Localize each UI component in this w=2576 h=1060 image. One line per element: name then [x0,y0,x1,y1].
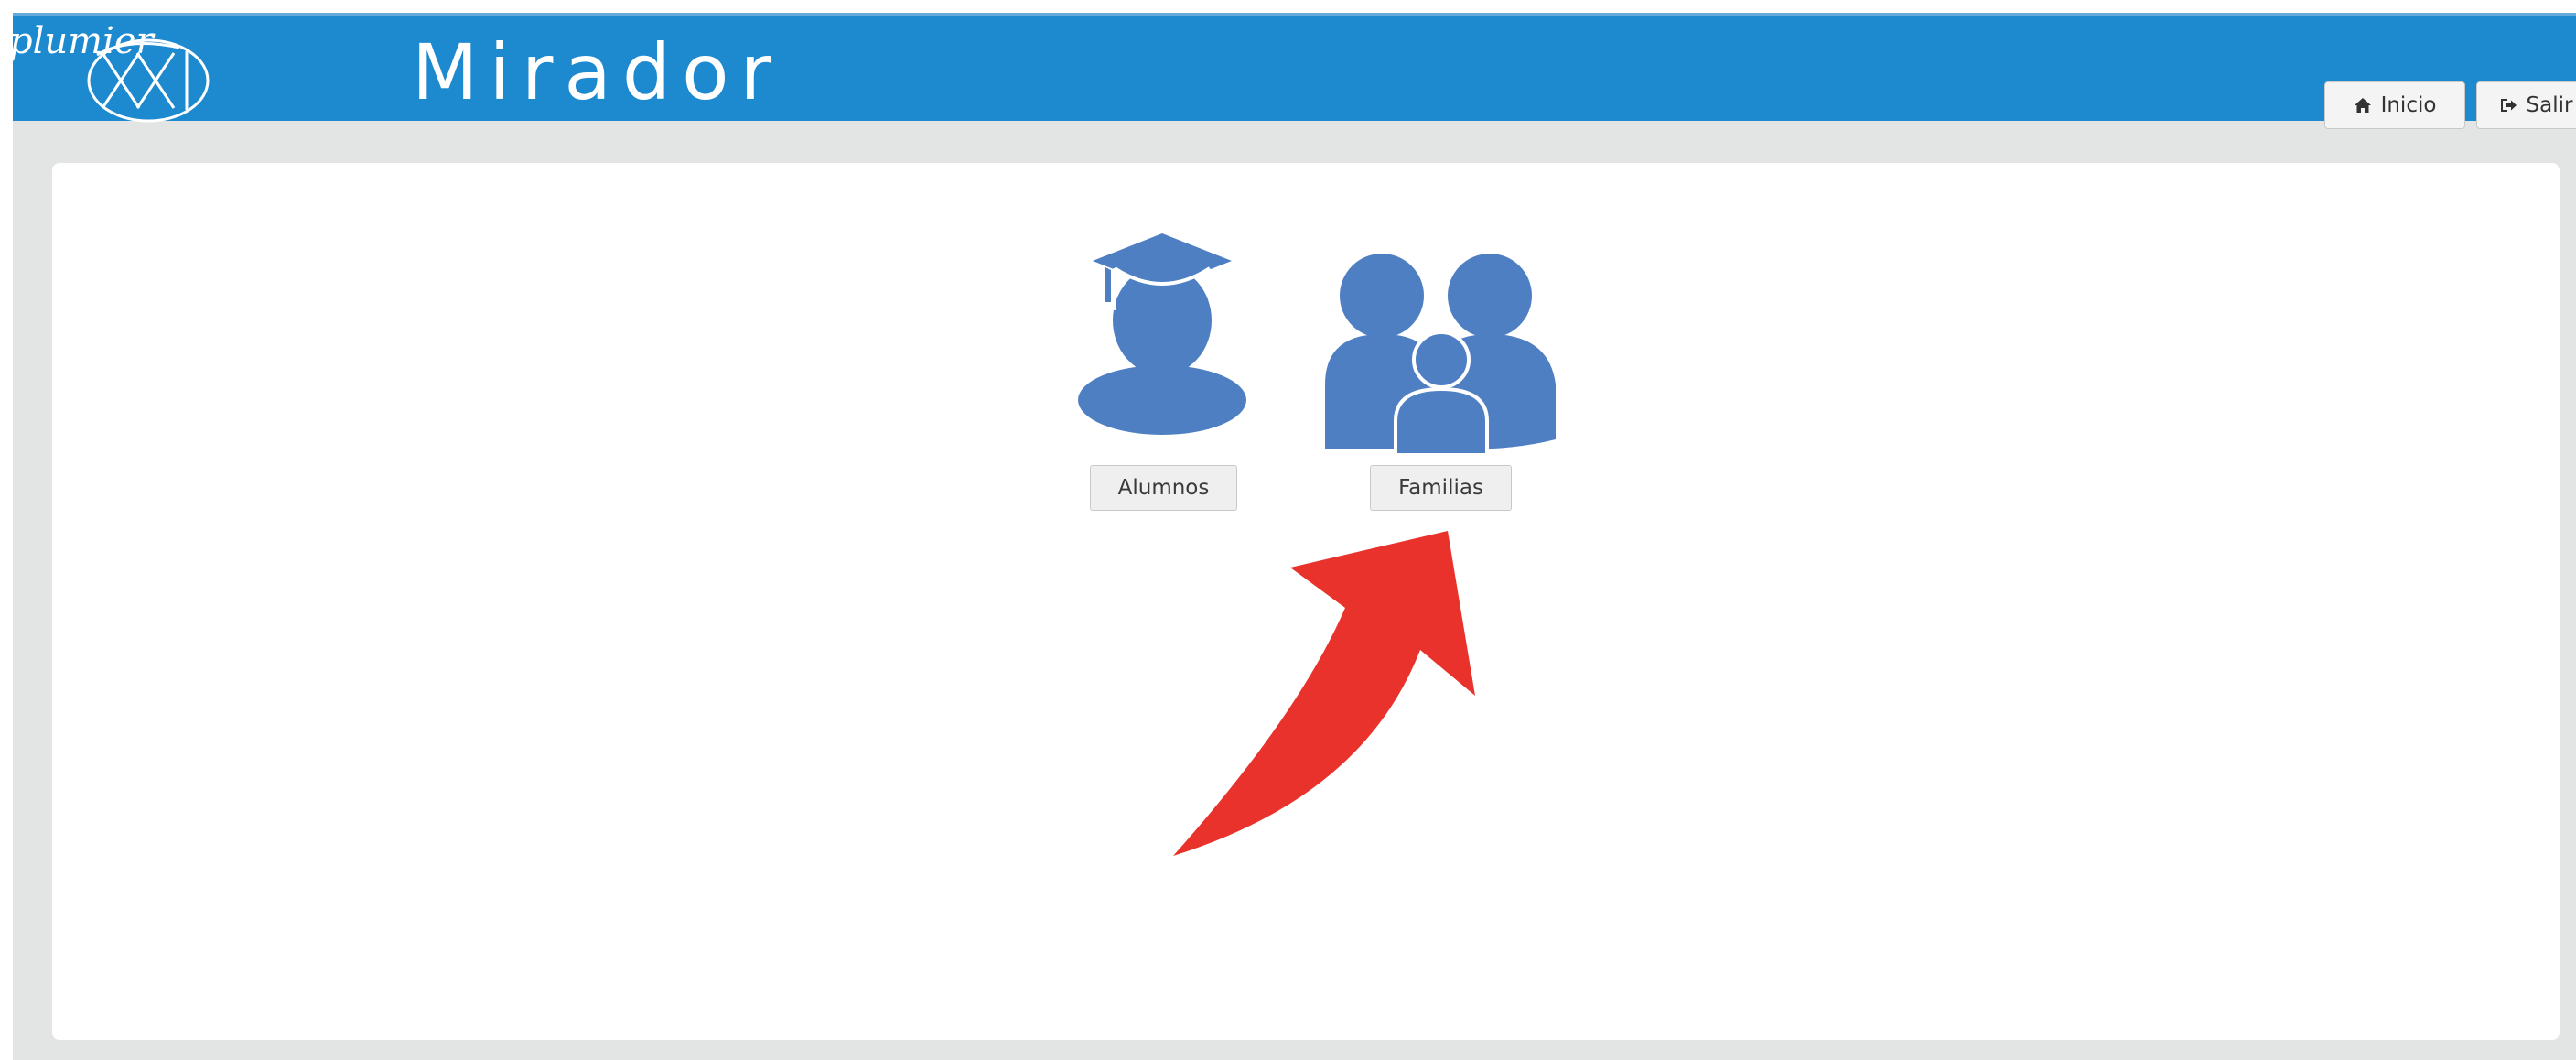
plumier-logo: plumier [0,0,220,128]
student-graduation-icon[interactable] [1071,233,1254,449]
app-title: Mirador [412,27,783,117]
home-icon [2354,97,2372,114]
salir-button-label: Salir [2526,93,2573,117]
header-bar: Mirador Inicio Salir [13,13,2576,129]
salir-button[interactable]: Salir [2476,81,2576,129]
inicio-button-label: Inicio [2380,93,2437,117]
top-border [0,0,2576,13]
family-icon[interactable] [1325,252,1558,453]
left-border [0,0,13,1060]
red-arrow-icon [1162,531,1492,870]
alumnos-button[interactable]: Alumnos [1090,465,1237,511]
familias-button[interactable]: Familias [1370,465,1512,511]
page: Mirador Inicio Salir plumier Alumnos Fam… [0,0,2576,1060]
inicio-button[interactable]: Inicio [2324,81,2465,129]
logout-icon [2499,97,2517,114]
